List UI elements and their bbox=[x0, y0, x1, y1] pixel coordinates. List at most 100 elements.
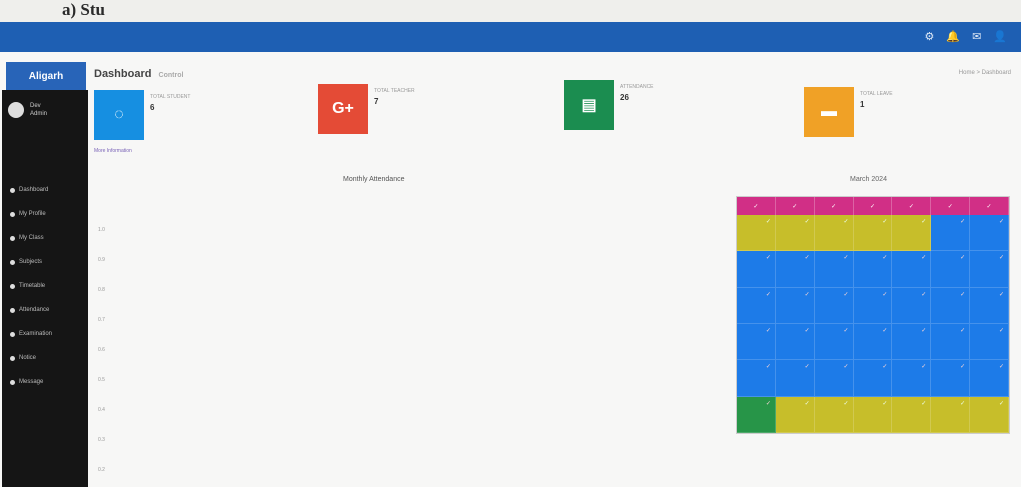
y-axis-label: 0.2 bbox=[98, 467, 105, 473]
sidebar-item-timetable[interactable]: Timetable bbox=[10, 274, 52, 298]
user-name: Dev bbox=[30, 103, 41, 109]
sidebar-item-attendance[interactable]: Attendance bbox=[10, 298, 52, 322]
calendar-day-cell[interactable]: ✓ bbox=[892, 287, 932, 324]
profile-icon bbox=[10, 211, 15, 217]
sidebar-brand[interactable]: Aligarh bbox=[6, 62, 86, 90]
message-icon bbox=[10, 379, 15, 385]
y-axis-label: 0.3 bbox=[98, 437, 105, 443]
breadcrumb: Home > Dashboard bbox=[958, 70, 1011, 76]
calendar-day-cell[interactable]: ✓ bbox=[931, 215, 971, 252]
check-icon: ✓ bbox=[765, 291, 771, 298]
page-title: Dashboard Control bbox=[94, 68, 183, 80]
calendar-day-cell[interactable]: ✓ bbox=[970, 215, 1009, 252]
calendar-day-cell[interactable]: ✓ bbox=[931, 323, 971, 361]
card-value: 7 bbox=[374, 97, 379, 106]
calendar-day-cell[interactable]: ✓ bbox=[853, 251, 893, 288]
calendar-day-cell[interactable]: ✓ bbox=[970, 287, 1009, 324]
calendar-day-cell[interactable]: ✓ bbox=[737, 323, 776, 361]
card-total-teacher: G+ TOTAL TEACHER 7 bbox=[318, 84, 415, 134]
card-label: TOTAL TEACHER bbox=[374, 88, 415, 94]
check-icon: ✓ bbox=[804, 291, 810, 298]
calendar-day-header: ✓ bbox=[970, 197, 1009, 215]
calendar-day-cell[interactable]: ✓ bbox=[892, 360, 932, 397]
sidebar-item-message[interactable]: Message bbox=[10, 370, 52, 394]
notice-icon bbox=[10, 355, 15, 361]
y-axis-label: 1.0 bbox=[98, 227, 105, 233]
calendar-day-cell[interactable]: ✓ bbox=[931, 360, 971, 397]
calendar-day-cell[interactable]: ✓ bbox=[931, 287, 971, 324]
calendar-day-header: ✓ bbox=[814, 197, 854, 215]
sidebar-item-subjects[interactable]: Subjects bbox=[10, 250, 52, 274]
sidebar-item-profile[interactable]: My Profile bbox=[10, 202, 52, 226]
more-info-link[interactable]: More Information bbox=[94, 148, 132, 154]
calendar-day-cell[interactable]: ✓ bbox=[970, 251, 1009, 288]
card-total-leave: ▬ TOTAL LEAVE 1 bbox=[804, 87, 893, 137]
calendar-day-cell[interactable]: ✓ bbox=[931, 251, 971, 288]
sidebar-item-dashboard[interactable]: Dashboard bbox=[10, 178, 52, 202]
y-axis-label: 0.4 bbox=[98, 407, 105, 413]
check-icon: ✓ bbox=[960, 291, 966, 298]
calendar-day-cell[interactable]: ✓ bbox=[931, 396, 971, 433]
calendar-day-cell[interactable]: ✓ bbox=[814, 251, 854, 288]
calendar-day-cell[interactable]: ✓ bbox=[814, 360, 854, 397]
calendar-day-cell[interactable]: ✓ bbox=[775, 396, 815, 433]
check-icon: ✓ bbox=[843, 400, 849, 407]
sidebar: Dev Admin Dashboard My Profile My Class … bbox=[2, 90, 88, 487]
user-icon[interactable]: 👤 bbox=[993, 30, 1007, 43]
calendar-day-cell[interactable]: ✓ bbox=[853, 360, 893, 397]
check-icon: ✓ bbox=[843, 219, 849, 225]
y-axis-label: 0.6 bbox=[98, 347, 105, 353]
check-icon: ✓ bbox=[998, 400, 1004, 407]
calendar-day-cell[interactable]: ✓ bbox=[814, 396, 854, 433]
calendar-day-cell[interactable]: ✓ bbox=[970, 360, 1009, 397]
top-bar-icons: ⚙ 🔔 ✉ 👤 bbox=[925, 30, 1008, 43]
card-value: 1 bbox=[860, 100, 865, 109]
calendar-day-cell[interactable]: ✓ bbox=[814, 287, 854, 324]
calendar-day-cell[interactable]: ✓ bbox=[775, 215, 815, 252]
check-icon: ✓ bbox=[998, 364, 1004, 371]
calendar-day-cell[interactable]: ✓ bbox=[775, 287, 815, 324]
calendar-day-cell[interactable]: ✓ bbox=[892, 323, 932, 361]
check-icon: ✓ bbox=[882, 400, 888, 407]
calendar-day-cell[interactable]: ✓ bbox=[970, 323, 1009, 361]
sidebar-nav: Dashboard My Profile My Class Subjects T… bbox=[10, 178, 52, 394]
calendar-day-cell[interactable]: ✓ bbox=[775, 360, 815, 397]
sidebar-item-class[interactable]: My Class bbox=[10, 226, 52, 250]
calendar-day-cell[interactable]: ✓ bbox=[853, 323, 893, 361]
subjects-icon bbox=[10, 259, 15, 265]
calendar-day-cell[interactable]: ✓ bbox=[737, 396, 776, 433]
calendar-day-cell[interactable]: ✓ bbox=[814, 215, 854, 252]
calendar-day-cell[interactable]: ✓ bbox=[737, 360, 776, 397]
calendar-day-cell[interactable]: ✓ bbox=[737, 215, 776, 252]
mail-icon[interactable]: ✉ bbox=[972, 30, 981, 43]
calendar-day-cell[interactable]: ✓ bbox=[853, 287, 893, 324]
check-icon: ✓ bbox=[882, 327, 888, 334]
calendar-day-cell[interactable]: ✓ bbox=[853, 215, 893, 252]
check-icon: ✓ bbox=[804, 255, 810, 262]
calendar-day-cell[interactable]: ✓ bbox=[814, 323, 854, 361]
check-icon: ✓ bbox=[804, 219, 810, 225]
calendar-day-cell[interactable]: ✓ bbox=[970, 396, 1009, 433]
avatar bbox=[8, 102, 24, 118]
check-icon: ✓ bbox=[765, 219, 771, 225]
sidebar-item-exam[interactable]: Examination bbox=[10, 322, 52, 346]
calendar-day-cell[interactable]: ✓ bbox=[853, 396, 893, 433]
y-axis-label: 0.5 bbox=[98, 377, 105, 383]
check-icon: ✓ bbox=[843, 291, 849, 298]
sidebar-item-notice[interactable]: Notice bbox=[10, 346, 52, 370]
check-icon: ✓ bbox=[843, 364, 849, 371]
calendar-day-cell[interactable]: ✓ bbox=[737, 251, 776, 288]
main-content: Dashboard Control Home > Dashboard ◌ TOT… bbox=[88, 52, 1021, 487]
calendar-day-cell[interactable]: ✓ bbox=[737, 287, 776, 324]
calendar-day-cell[interactable]: ✓ bbox=[775, 251, 815, 288]
folder-icon: ▬ bbox=[804, 87, 854, 137]
calendar-day-cell[interactable]: ✓ bbox=[892, 215, 932, 252]
calendar-day-cell[interactable]: ✓ bbox=[892, 251, 932, 288]
settings-icon[interactable]: ⚙ bbox=[925, 30, 935, 43]
calendar-day-cell[interactable]: ✓ bbox=[892, 396, 932, 433]
check-icon: ✓ bbox=[921, 400, 927, 407]
bell-icon[interactable]: 🔔 bbox=[946, 30, 960, 43]
calendar-day-cell[interactable]: ✓ bbox=[775, 323, 815, 361]
check-icon: ✓ bbox=[882, 364, 888, 371]
top-bar: ⚙ 🔔 ✉ 👤 bbox=[0, 22, 1021, 52]
